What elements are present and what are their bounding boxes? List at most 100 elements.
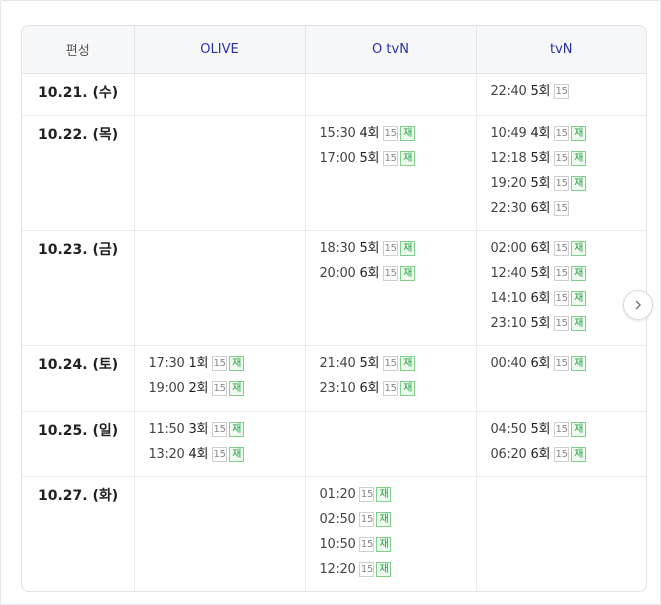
air-time: 21:40 bbox=[319, 356, 356, 371]
age-rating-badge: 15 bbox=[383, 126, 399, 141]
airing-slot[interactable]: 12:18 5회 15 재 bbox=[491, 149, 647, 174]
air-time: 00:40 bbox=[490, 356, 527, 371]
rerun-badge: 재 bbox=[376, 487, 392, 502]
airing-slot[interactable]: 15:30 4회 15 재 bbox=[320, 124, 476, 149]
age-rating-badge: 15 bbox=[359, 487, 375, 502]
rerun-badge: 재 bbox=[571, 176, 587, 191]
rerun-badge: 재 bbox=[571, 151, 587, 166]
next-page-button[interactable] bbox=[623, 290, 653, 320]
airing-slot[interactable]: 10:49 4회 15 재 bbox=[491, 124, 647, 149]
episode-number: 4회 bbox=[188, 447, 209, 462]
air-time: 17:00 bbox=[319, 151, 356, 166]
rerun-badge: 재 bbox=[229, 422, 245, 437]
age-rating-badge: 15 bbox=[554, 266, 570, 281]
age-rating-badge: 15 bbox=[554, 176, 570, 191]
air-time: 13:20 bbox=[148, 447, 185, 462]
episode-number: 5회 bbox=[359, 151, 380, 166]
rerun-badge: 재 bbox=[571, 447, 587, 462]
airing-slot[interactable]: 23:10 5회 15 재 bbox=[491, 314, 647, 339]
rerun-badge: 재 bbox=[400, 151, 416, 166]
age-rating-badge: 15 bbox=[383, 241, 399, 256]
rerun-badge: 재 bbox=[400, 381, 416, 396]
airing-slot[interactable]: 02:50 15 재 bbox=[320, 510, 476, 535]
age-rating-badge: 15 bbox=[359, 537, 375, 552]
rerun-badge: 재 bbox=[376, 537, 392, 552]
cell-otvn bbox=[304, 411, 476, 477]
airing-slot[interactable]: 19:00 2회 15 재 bbox=[149, 379, 305, 404]
rerun-badge: 재 bbox=[229, 356, 245, 371]
rerun-badge: 재 bbox=[400, 356, 416, 371]
episode-number: 5회 bbox=[359, 356, 380, 371]
airing-slot[interactable]: 02:00 6회 15 재 bbox=[491, 239, 647, 264]
episode-number: 5회 bbox=[359, 241, 380, 256]
airing-slot[interactable]: 04:50 5회 15 재 bbox=[491, 420, 647, 445]
rerun-badge: 재 bbox=[571, 126, 587, 141]
air-time: 19:20 bbox=[490, 176, 527, 191]
header-channel-olive: OLIVE bbox=[133, 26, 305, 74]
rerun-badge: 재 bbox=[229, 447, 245, 462]
airing-slot[interactable]: 23:10 6회 15 재 bbox=[320, 379, 476, 404]
cell-tvn: 10:49 4회 15 재 12:18 5회 15 재 19:20 5회 15 재 22:30 6회 15 bbox=[475, 115, 647, 231]
rerun-badge: 재 bbox=[229, 381, 245, 396]
row-date: 10.27. (화) bbox=[22, 476, 134, 591]
cell-otvn: 15:30 4회 15 재 17:00 5회 15 재 bbox=[304, 115, 476, 231]
air-time: 12:18 bbox=[490, 151, 527, 166]
rerun-badge: 재 bbox=[400, 241, 416, 256]
air-time: 20:00 bbox=[319, 266, 356, 281]
cell-olive: 17:30 1회 15 재 19:00 2회 15 재 bbox=[133, 345, 305, 412]
airing-slot[interactable]: 12:40 5회 15 재 bbox=[491, 264, 647, 289]
air-time: 02:50 bbox=[319, 512, 356, 527]
air-time: 22:40 bbox=[490, 84, 527, 99]
airing-slot[interactable]: 18:30 5회 15 재 bbox=[320, 239, 476, 264]
airing-slot[interactable]: 00:40 6회 15 재 bbox=[491, 354, 647, 379]
episode-number: 6회 bbox=[530, 291, 551, 306]
episode-number: 6회 bbox=[530, 201, 551, 216]
airing-slot[interactable]: 21:40 5회 15 재 bbox=[320, 354, 476, 379]
cell-olive: 11:50 3회 15 재 13:20 4회 15 재 bbox=[133, 411, 305, 477]
rerun-badge: 재 bbox=[571, 291, 587, 306]
air-time: 14:10 bbox=[490, 291, 527, 306]
age-rating-badge: 15 bbox=[359, 562, 375, 577]
rerun-badge: 재 bbox=[376, 512, 392, 527]
airing-slot[interactable]: 13:20 4회 15 재 bbox=[149, 445, 305, 470]
airing-slot[interactable]: 06:20 6회 15 재 bbox=[491, 445, 647, 470]
airing-slot[interactable]: 17:30 1회 15 재 bbox=[149, 354, 305, 379]
air-time: 18:30 bbox=[319, 241, 356, 256]
rerun-badge: 재 bbox=[571, 356, 587, 371]
table-row: 10.25. (일) 11:50 3회 15 재 13:20 4회 15 재 04:50 5회 15 재… bbox=[22, 411, 647, 477]
schedule-panel: 편성 OLIVE O tvN tvN 10.21. (수) 22:40 5회 15 10… bbox=[0, 0, 661, 605]
cell-tvn: 04:50 5회 15 재 06:20 6회 15 재 bbox=[475, 411, 647, 477]
air-time: 12:40 bbox=[490, 266, 527, 281]
row-date: 10.25. (일) bbox=[22, 411, 134, 477]
airing-slot[interactable]: 19:20 5회 15 재 bbox=[491, 174, 647, 199]
airing-slot[interactable]: 17:00 5회 15 재 bbox=[320, 149, 476, 174]
airing-slot[interactable]: 01:20 15 재 bbox=[320, 485, 476, 510]
rerun-badge: 재 bbox=[400, 266, 416, 281]
age-rating-badge: 15 bbox=[383, 151, 399, 166]
air-time: 11:50 bbox=[148, 422, 185, 437]
header-schedule: 편성 bbox=[22, 26, 134, 74]
age-rating-badge: 15 bbox=[554, 316, 570, 331]
cell-otvn: 01:20 15 재 02:50 15 재 10:50 15 재 12:20 15 재 bbox=[304, 476, 476, 591]
row-date: 10.22. (목) bbox=[22, 115, 134, 231]
episode-number: 2회 bbox=[188, 381, 209, 396]
episode-number: 5회 bbox=[530, 266, 551, 281]
airing-slot[interactable]: 10:50 15 재 bbox=[320, 535, 476, 560]
airing-slot[interactable]: 11:50 3회 15 재 bbox=[149, 420, 305, 445]
rerun-badge: 재 bbox=[571, 266, 587, 281]
header-channel-otvn: O tvN bbox=[304, 26, 476, 74]
age-rating-badge: 15 bbox=[554, 151, 570, 166]
rerun-badge: 재 bbox=[376, 562, 392, 577]
air-time: 04:50 bbox=[490, 422, 527, 437]
cell-olive bbox=[133, 73, 305, 116]
airing-slot[interactable]: 12:20 15 재 bbox=[320, 560, 476, 585]
age-rating-badge: 15 bbox=[212, 447, 228, 462]
airing-slot[interactable]: 22:30 6회 15 bbox=[491, 199, 647, 224]
episode-number: 5회 bbox=[530, 316, 551, 331]
cell-tvn: 02:00 6회 15 재 12:40 5회 15 재 14:10 6회 15 재 23:10 5회 15 재 bbox=[475, 230, 647, 346]
air-time: 10:49 bbox=[490, 126, 527, 141]
airing-slot[interactable]: 22:40 5회 15 bbox=[491, 82, 647, 107]
header-channel-tvn: tvN bbox=[475, 26, 646, 74]
airing-slot[interactable]: 20:00 6회 15 재 bbox=[320, 264, 476, 289]
age-rating-badge: 15 bbox=[359, 512, 375, 527]
